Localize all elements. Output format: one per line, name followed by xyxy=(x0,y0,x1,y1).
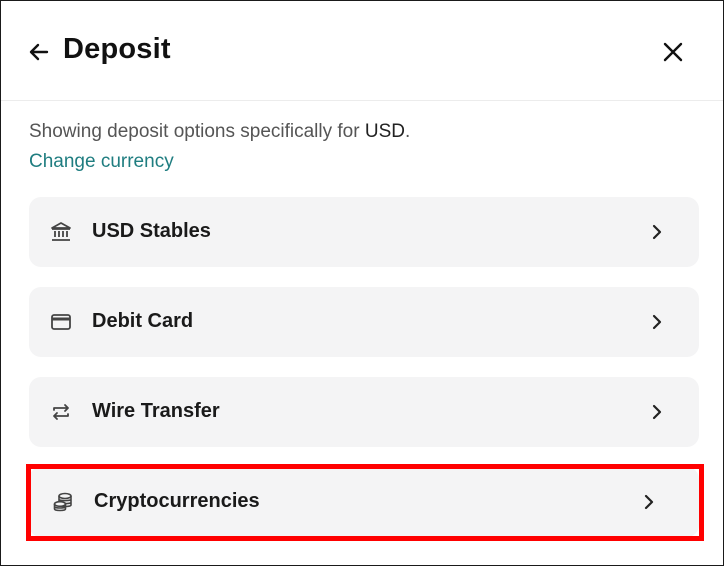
description-prefix: Showing deposit options specifically for xyxy=(29,121,365,142)
option-label: USD Stables xyxy=(92,220,211,242)
bank-icon xyxy=(49,220,73,244)
chevron-right-icon xyxy=(647,222,667,242)
description-suffix: . xyxy=(404,121,411,142)
description-currency: USD xyxy=(364,121,405,142)
close-button[interactable] xyxy=(659,38,687,66)
modal-header: Deposit xyxy=(1,1,723,101)
arrow-left-icon xyxy=(29,43,49,61)
close-icon xyxy=(663,42,683,62)
header-divider xyxy=(1,100,723,101)
option-label: Wire Transfer xyxy=(92,400,220,422)
deposit-modal: Deposit Showing deposit options specific… xyxy=(0,0,724,566)
deposit-description: Showing deposit options specifically for… xyxy=(29,121,410,143)
option-wire-transfer[interactable]: Wire Transfer xyxy=(29,377,699,447)
credit-card-icon xyxy=(49,310,73,334)
option-debit-card[interactable]: Debit Card xyxy=(29,287,699,357)
back-button[interactable] xyxy=(25,38,53,66)
chevron-right-icon xyxy=(647,402,667,422)
option-usd-stables[interactable]: USD Stables xyxy=(29,197,699,267)
transfer-arrows-icon xyxy=(49,400,73,424)
selection-highlight xyxy=(26,464,704,541)
chevron-right-icon xyxy=(647,312,667,332)
page-title: Deposit xyxy=(63,33,171,65)
change-currency-link[interactable]: Change currency xyxy=(29,151,174,173)
option-label: Debit Card xyxy=(92,310,194,332)
